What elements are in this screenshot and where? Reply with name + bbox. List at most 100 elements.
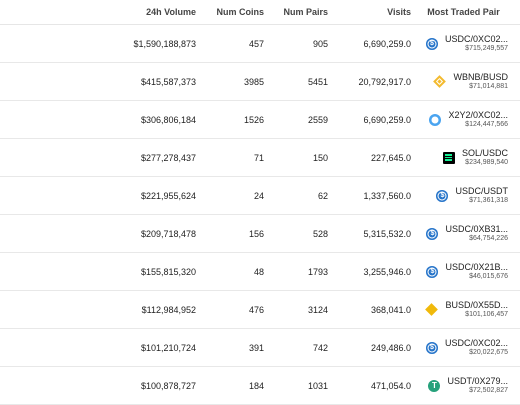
table-row[interactable]: $1,590,188,873 457 905 6,690,259.0 $ USDC/0XC… (0, 24, 520, 63)
usdc-icon: $ (426, 265, 439, 278)
table-row[interactable]: $306,806,184 1526 2559 6,690,259.0 X2Y2/0XC0… (0, 100, 520, 139)
pair-volume: $715,249,557 (465, 44, 508, 52)
cell-most-traded-pair[interactable]: $ USDC/0XC02... $20,022,675 (415, 328, 520, 367)
cell-num-coins: 184 (200, 366, 268, 405)
table-row[interactable]: $209,718,478 156 528 5,315,532.0 $ USDC/0XB31… (0, 214, 520, 253)
cell-most-traded-pair[interactable]: WBNB/BUSD $71,014,881 (415, 62, 520, 101)
pair-name[interactable]: SOL/USDC (462, 148, 508, 159)
row-spacer (0, 100, 10, 139)
row-spacer (0, 290, 10, 329)
cell-visits: 6,690,259.0 (332, 24, 415, 63)
usdc-icon: $ (425, 37, 438, 50)
header-num-coins[interactable]: Num Coins (200, 0, 268, 25)
pair-link[interactable]: $ USDC/0X21B... $46,015,676 (415, 262, 508, 282)
cell-visits: 249,486.0 (332, 328, 415, 367)
cell-24h-volume: $1,590,188,873 (10, 24, 200, 63)
cell-num-pairs: 742 (268, 328, 332, 367)
pair-link[interactable]: X2Y2/0XC02... $124,447,566 (415, 110, 508, 130)
table-row[interactable]: $415,587,373 3985 5451 20,792,917.0 WBNB/BUS… (0, 62, 520, 101)
cell-num-pairs: 62 (268, 176, 332, 215)
usdc-icon: $ (436, 189, 449, 202)
pair-volume: $46,015,676 (469, 272, 508, 280)
cell-visits: 20,792,917.0 (332, 62, 415, 101)
pair-name[interactable]: USDC/0XC02... (445, 338, 508, 349)
pair-link[interactable]: $ USDC/0XC02... $715,249,557 (415, 34, 508, 54)
pair-link[interactable]: BUSD/0X55D... $101,106,457 (415, 300, 508, 320)
row-spacer (0, 328, 10, 367)
pair-name[interactable]: USDC/0X21B... (445, 262, 508, 273)
exchanges-table: 24h Volume Num Coins Num Pairs Visits Mo… (0, 0, 520, 405)
cell-num-coins: 3985 (200, 62, 268, 101)
cell-most-traded-pair[interactable]: $ USDC/USDT $71,361,318 (415, 176, 520, 215)
pair-link[interactable]: $ USDC/0XC02... $20,022,675 (415, 338, 508, 358)
row-spacer (0, 176, 10, 215)
table-row[interactable]: $100,878,727 184 1031 471,054.0 T USDT/0X279.… (0, 366, 520, 405)
x2y2-icon (429, 113, 442, 126)
row-spacer (0, 252, 10, 291)
usdc-icon: $ (426, 227, 439, 240)
cell-num-pairs: 905 (268, 24, 332, 63)
cell-visits: 1,337,560.0 (332, 176, 415, 215)
header-num-pairs[interactable]: Num Pairs (268, 0, 332, 25)
cell-visits: 368,041.0 (332, 290, 415, 329)
cell-24h-volume: $209,718,478 (10, 214, 200, 253)
pair-name[interactable]: USDT/0X279... (447, 376, 508, 387)
usdt-icon: T (428, 379, 441, 392)
pair-link[interactable]: $ USDC/0XB31... $64,754,226 (415, 224, 508, 244)
pair-volume: $234,989,540 (465, 158, 508, 166)
cell-most-traded-pair[interactable]: T USDT/0X279... $72,502,827 (415, 366, 520, 405)
cell-num-coins: 391 (200, 328, 268, 367)
table-row[interactable]: $112,984,952 476 3124 368,041.0 BUSD/0X55D..… (0, 290, 520, 329)
cell-most-traded-pair[interactable]: $ USDC/0XC02... $715,249,557 (415, 24, 520, 63)
header-most-traded-pair[interactable]: Most Traded Pair (415, 0, 520, 25)
cell-num-coins: 1526 (200, 100, 268, 139)
table-row[interactable]: $101,210,724 391 742 249,486.0 $ USDC/0XC02..… (0, 328, 520, 367)
cell-num-coins: 71 (200, 138, 268, 177)
pair-volume: $71,014,881 (469, 82, 508, 90)
pair-name[interactable]: USDC/0XC02... (445, 34, 508, 45)
pair-name[interactable]: X2Y2/0XC02... (448, 110, 508, 121)
header-24h-volume[interactable]: 24h Volume (10, 0, 200, 25)
pair-link[interactable]: SOL/USDC $234,989,540 (415, 148, 508, 168)
cell-num-pairs: 528 (268, 214, 332, 253)
pair-name[interactable]: BUSD/0X55D... (445, 300, 508, 311)
pair-link[interactable]: WBNB/BUSD $71,014,881 (415, 72, 508, 92)
usdc-icon: $ (425, 341, 438, 354)
cell-num-pairs: 5451 (268, 62, 332, 101)
cell-most-traded-pair[interactable]: $ USDC/0XB31... $64,754,226 (415, 214, 520, 253)
cell-24h-volume: $415,587,373 (10, 62, 200, 101)
cell-visits: 3,255,946.0 (332, 252, 415, 291)
table-row[interactable]: $155,815,320 48 1793 3,255,946.0 $ USDC/0X21B… (0, 252, 520, 291)
cell-most-traded-pair[interactable]: X2Y2/0XC02... $124,447,566 (415, 100, 520, 139)
cell-most-traded-pair[interactable]: SOL/USDC $234,989,540 (415, 138, 520, 177)
pair-volume: $72,502,827 (469, 386, 508, 394)
pair-link[interactable]: T USDT/0X279... $72,502,827 (415, 376, 508, 396)
cell-24h-volume: $306,806,184 (10, 100, 200, 139)
cell-num-pairs: 150 (268, 138, 332, 177)
pair-volume: $124,447,566 (465, 120, 508, 128)
table-row[interactable]: $277,278,437 71 150 227,645.0 SOL/USDC $234,9… (0, 138, 520, 177)
pair-volume: $71,361,318 (469, 196, 508, 204)
pair-volume: $64,754,226 (469, 234, 508, 242)
row-spacer (0, 24, 10, 63)
pair-name[interactable]: USDC/0XB31... (445, 224, 508, 235)
cell-num-pairs: 2559 (268, 100, 332, 139)
cell-num-coins: 156 (200, 214, 268, 253)
cell-visits: 471,054.0 (332, 366, 415, 405)
bnb-icon (433, 75, 447, 88)
cell-visits: 5,315,532.0 (332, 214, 415, 253)
table-header: 24h Volume Num Coins Num Pairs Visits Mo… (0, 0, 520, 25)
cell-num-coins: 476 (200, 290, 268, 329)
cell-num-pairs: 3124 (268, 290, 332, 329)
pair-name[interactable]: WBNB/BUSD (453, 72, 508, 83)
pair-link[interactable]: $ USDC/USDT $71,361,318 (415, 186, 508, 206)
pair-name[interactable]: USDC/USDT (455, 186, 508, 197)
cell-most-traded-pair[interactable]: $ USDC/0X21B... $46,015,676 (415, 252, 520, 291)
row-spacer (0, 366, 10, 405)
row-spacer (0, 214, 10, 253)
pair-volume: $20,022,675 (469, 348, 508, 356)
pair-volume: $101,106,457 (465, 310, 508, 318)
header-visits[interactable]: Visits (332, 0, 415, 25)
cell-most-traded-pair[interactable]: BUSD/0X55D... $101,106,457 (415, 290, 520, 329)
table-row[interactable]: $221,955,624 24 62 1,337,560.0 $ USDC/USDT $71… (0, 176, 520, 215)
